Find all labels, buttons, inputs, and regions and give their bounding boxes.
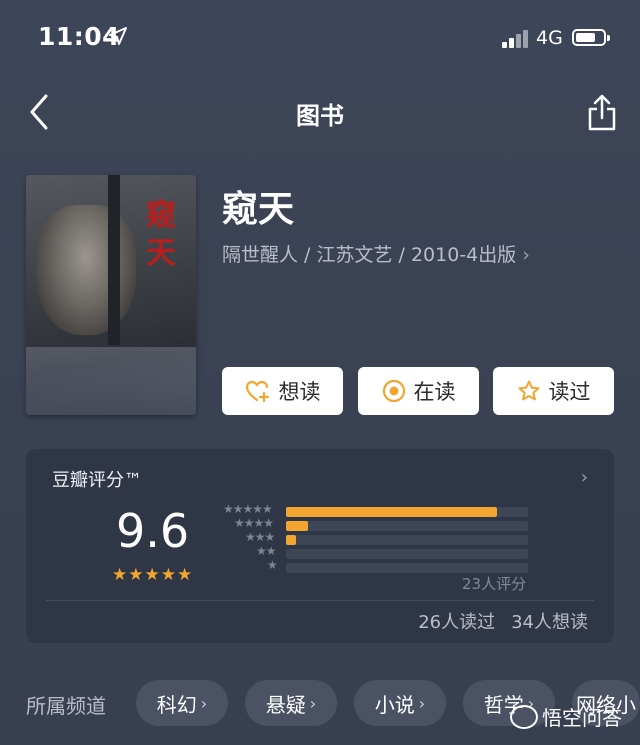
page-title: 图书 (296, 102, 344, 130)
distribution-stars: ★★ (256, 544, 276, 558)
distribution-bar-track (286, 549, 528, 559)
category-chip-label: 科幻 (156, 692, 197, 717)
cover-title: 窥天 (146, 198, 176, 271)
distribution-stars: ★ (267, 558, 278, 572)
book-title: 窥天 (222, 189, 295, 230)
rating-count: 23人评分 (462, 575, 527, 593)
circle-dot-icon (382, 379, 405, 403)
divider (46, 600, 594, 601)
read-count[interactable]: 26人读过 (418, 612, 495, 633)
rating-title: 豆瓣评分™ (52, 470, 142, 491)
category-chip[interactable]: 科幻 › (136, 680, 228, 726)
wukong-logo-icon (510, 704, 538, 729)
book-meta-text: 隔世醒人 / 江苏文艺 / 2010-4出版 (222, 244, 517, 266)
chevron-right-icon: › (522, 244, 530, 266)
chevron-right-icon: › (309, 693, 317, 713)
battery-icon (572, 29, 610, 46)
distribution-bar-track (286, 507, 528, 517)
cover-face-image (36, 205, 136, 335)
distribution-stars: ★★★ (245, 530, 275, 544)
network-type: 4G (536, 27, 563, 49)
chevron-right-icon: › (200, 693, 208, 713)
category-chip-label: 悬疑 (265, 692, 306, 717)
distribution-stars: ★★★★ (234, 516, 274, 530)
category-chip[interactable]: 小说 › (354, 680, 446, 726)
reading-label: 在读 (413, 380, 456, 404)
chevron-right-icon: › (418, 693, 426, 713)
rating-stars: ★★★★★ (112, 565, 194, 585)
want-count[interactable]: 34人想读 (511, 612, 588, 633)
distribution-bar-fill (286, 535, 296, 545)
location-arrow-icon (109, 27, 127, 45)
rating-card[interactable]: 豆瓣评分™ › 9.6 ★★★★★ ★★★★★ ★★★★ ★★★ ★★ ★ 23人评分 … (26, 449, 614, 643)
distribution-bar-track (286, 521, 528, 531)
distribution-bar-track (286, 563, 528, 573)
rating-score: 9.6 (116, 504, 190, 558)
rating-distribution-row: ★ (218, 558, 528, 573)
distribution-bar-track (286, 535, 528, 545)
signal-icon (502, 30, 532, 48)
watermark-text: 悟空问答 (542, 706, 622, 730)
reader-stats: 26人读过 34人想读 (402, 608, 588, 634)
want-to-read-button[interactable]: 想读 (222, 367, 343, 415)
watermark: 悟空问答 (510, 702, 622, 731)
category-label: 所属频道 (26, 694, 106, 718)
rating-distribution-row: ★★ (218, 544, 528, 559)
heart-plus-icon (245, 380, 269, 403)
distribution-bar-fill (286, 507, 497, 517)
have-read-button[interactable]: 读过 (493, 367, 614, 415)
want-to-read-label: 想读 (278, 380, 321, 404)
have-read-label: 读过 (548, 380, 591, 404)
chevron-right-icon: › (580, 467, 588, 488)
distribution-stars: ★★★★★ (223, 502, 273, 516)
book-meta-link[interactable]: 隔世醒人 / 江苏文艺 / 2010-4出版 › (222, 240, 530, 267)
status-bar: 11:04 4G (0, 0, 640, 70)
category-chip-label: 小说 (374, 692, 415, 717)
reading-button[interactable]: 在读 (358, 367, 479, 415)
star-outline-icon (518, 380, 539, 401)
category-chip[interactable]: 悬疑 › (245, 680, 337, 726)
share-icon[interactable] (586, 92, 618, 132)
book-cover[interactable]: 窥天 (26, 175, 196, 415)
distribution-bar-fill (286, 521, 308, 531)
